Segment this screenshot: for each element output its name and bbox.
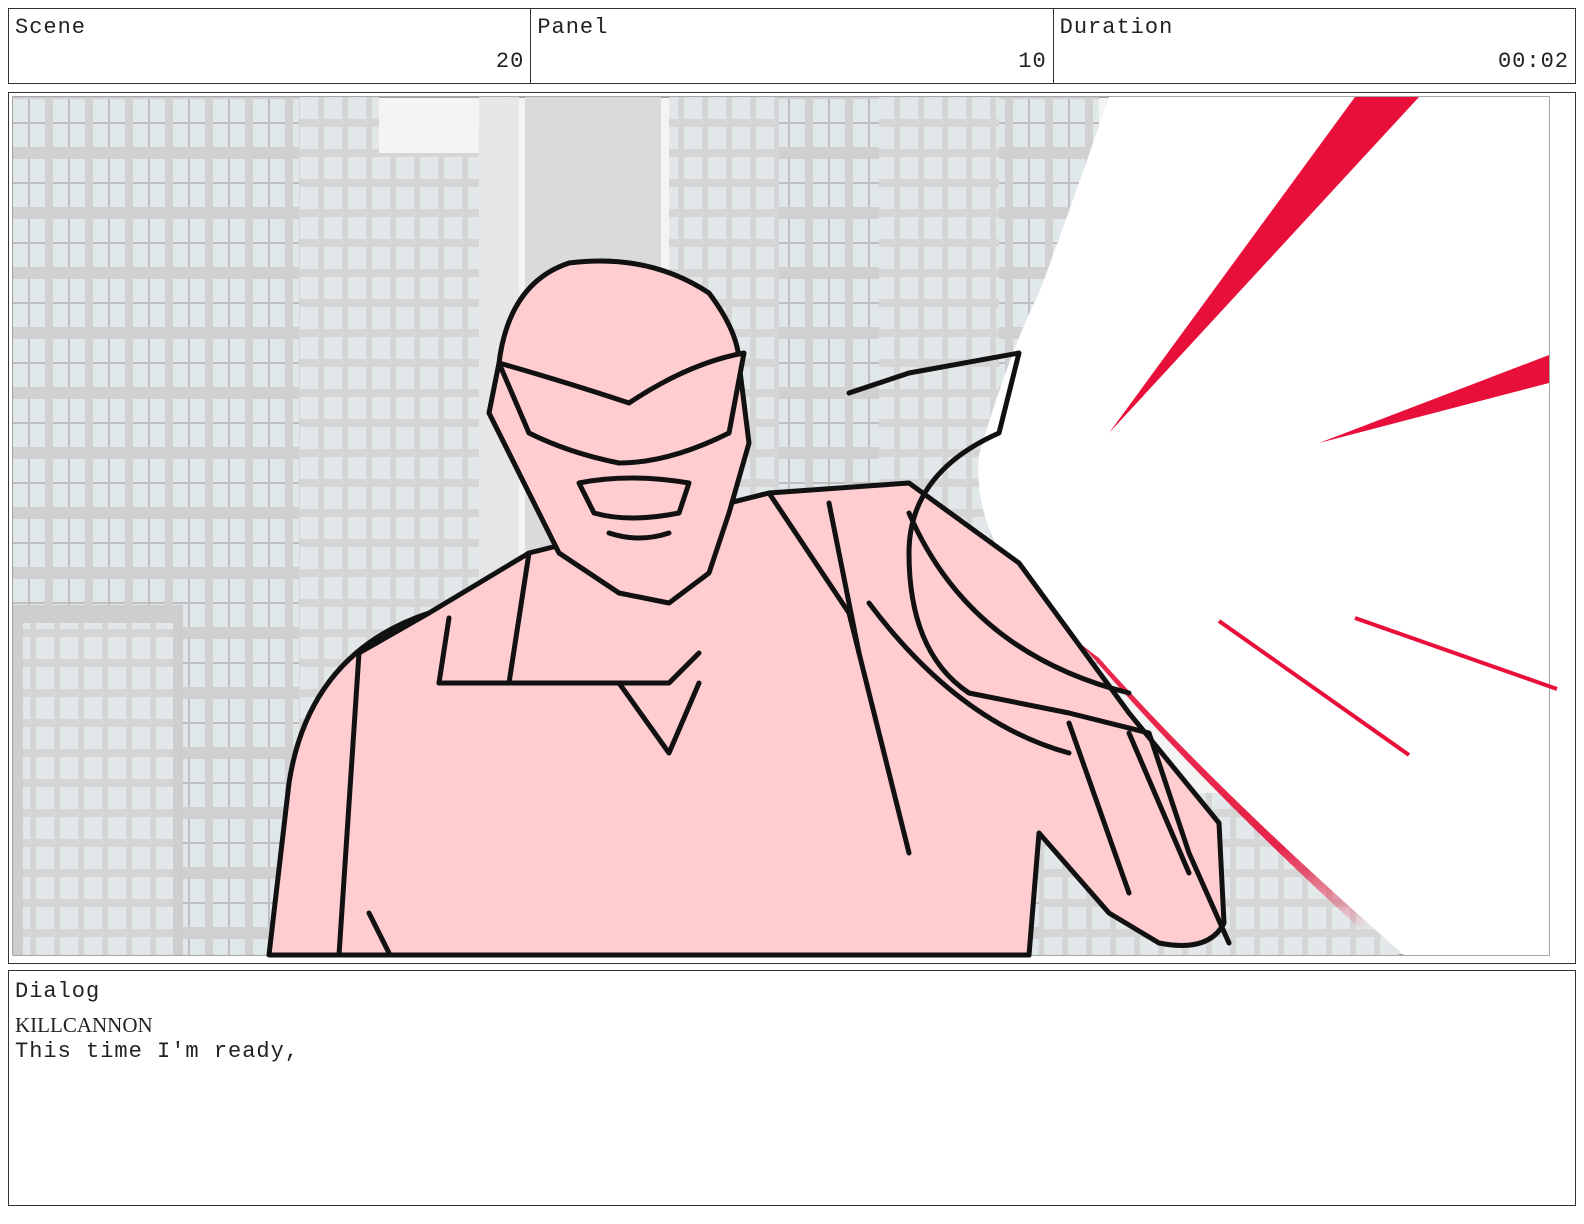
duration-cell: Duration 00:02: [1054, 9, 1575, 83]
panel-number[interactable]: 10: [1018, 49, 1046, 74]
panel-cell: Panel 10: [531, 9, 1054, 83]
panel-header: Scene 20 Panel 10 Duration 00:02: [8, 8, 1576, 84]
scene-number[interactable]: 20: [496, 49, 524, 74]
dialog-label: Dialog: [15, 979, 101, 1004]
storyboard-sketch[interactable]: [9, 93, 1575, 963]
panel-label: Panel: [537, 15, 609, 40]
scene-cell: Scene 20: [9, 9, 532, 83]
storyboard-panel-frame: [8, 92, 1576, 964]
duration-value[interactable]: 00:02: [1498, 49, 1569, 74]
duration-label: Duration: [1059, 15, 1174, 40]
scene-label: Scene: [15, 15, 87, 40]
dialog-line[interactable]: This time I'm ready,: [15, 1039, 299, 1064]
dialog-box: Dialog KILLCANNON This time I'm ready,: [8, 970, 1576, 1206]
dialog-speaker[interactable]: KILLCANNON: [15, 1013, 153, 1038]
